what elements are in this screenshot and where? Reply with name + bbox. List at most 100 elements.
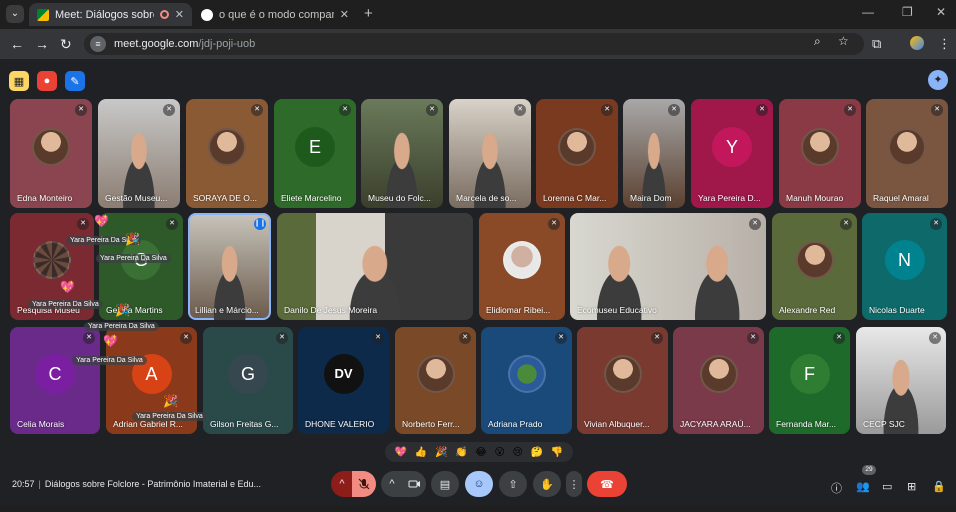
participant-tile[interactable]: ✕ Norberto Ferr...	[395, 327, 476, 434]
reaction-thinking[interactable]: 🤔	[531, 447, 543, 458]
participant-tile[interactable]: ✕ Alexandre Red	[772, 213, 857, 320]
participant-name: DHONE VALERIO	[305, 419, 375, 429]
participant-tile[interactable]: ✕ Adriana Prado	[481, 327, 572, 434]
mic-off-icon: ✕	[339, 104, 351, 116]
camera-button[interactable]	[402, 471, 426, 497]
participant-initial: N	[884, 240, 925, 281]
participant-initial: G	[228, 354, 268, 395]
participant-avatar	[32, 127, 70, 166]
reaction-bar: 💖 👍 🎉 👏 😂 😮 😢 🤔 👎	[385, 442, 573, 462]
participant-name: Lorenna C Mar...	[543, 193, 607, 203]
participant-tile[interactable]: ✕ Maira Dom	[623, 99, 685, 208]
leave-call-button[interactable]: ☎	[587, 471, 627, 497]
participant-name: Adriana Prado	[488, 419, 543, 429]
reaction-party[interactable]: 🎉	[435, 447, 447, 458]
participant-tile[interactable]: ✕ Ecomuseu Educativo	[570, 213, 766, 320]
participant-name: Alexandre Red	[779, 305, 836, 315]
participant-name: Eliete Marcelino	[281, 193, 342, 203]
participant-name: Vivian Albuquer...	[584, 419, 650, 429]
participant-tile[interactable]: DV ✕ DHONE VALERIO	[298, 327, 389, 434]
participant-tile[interactable]: ✕ CECP SJC	[856, 327, 946, 434]
reaction-thumbs-up[interactable]: 👍	[415, 447, 427, 458]
mic-off-icon: ✕	[75, 104, 87, 116]
mic-off-button[interactable]	[352, 471, 376, 497]
meeting-time: 20:57	[12, 479, 35, 489]
participant-tile[interactable]: N ✕ Nicolas Duarte	[862, 213, 947, 320]
participant-tile[interactable]: ❙❙ Lillian e Márcio...	[188, 213, 271, 320]
reaction-sad[interactable]: 😢	[513, 447, 523, 458]
mic-off-icon: ✕	[668, 104, 680, 116]
video-options-chevron-icon[interactable]: ^	[381, 471, 403, 497]
participant-tile[interactable]: F ✕ Fernanda Mar...	[769, 327, 850, 434]
floating-reaction: 💖	[60, 280, 75, 294]
participant-name: Celia Morais	[17, 419, 65, 429]
participant-avatar	[503, 241, 541, 280]
mic-off-icon: ✕	[651, 332, 663, 344]
participant-avatar	[888, 127, 926, 166]
more-options-button[interactable]: ⋮	[566, 471, 582, 497]
participant-tile-main[interactable]: Danilo De Jesus Moreira	[277, 213, 473, 320]
participant-avatar	[33, 241, 71, 280]
activities-icon[interactable]: ⊞	[907, 480, 916, 493]
present-button[interactable]: ⇧	[499, 471, 527, 497]
mic-off-icon: ✕	[930, 218, 942, 230]
people-icon[interactable]: 👥	[856, 480, 870, 493]
participant-tile[interactable]: G ✕ Gilson Freitas G...	[203, 327, 293, 434]
participant-tile[interactable]: G ✕ Geíiica Martins	[99, 213, 183, 320]
participant-tile[interactable]: ✕ Elidiomar Ribei...	[479, 213, 565, 320]
captions-button[interactable]: ▤	[431, 471, 459, 497]
participant-tile[interactable]: ✕ Marcela de so...	[449, 99, 531, 208]
participant-tile[interactable]: Y ✕ Yara Pereira D...	[691, 99, 773, 208]
participant-name: Fernanda Mar...	[776, 419, 837, 429]
participant-tile[interactable]: E ✕ Eliete Marcelino	[274, 99, 356, 208]
participant-avatar	[699, 355, 738, 394]
participant-name: JACYARA ARAÚ...	[680, 419, 751, 429]
reaction-surprised[interactable]: 😮	[494, 447, 504, 458]
participant-avatar	[801, 127, 839, 166]
mic-off-icon: ✕	[514, 104, 526, 116]
reaction-thumbs-down[interactable]: 👎	[551, 447, 563, 458]
participant-tile[interactable]: ✕ Edna Monteiro	[10, 99, 92, 208]
host-lock-icon[interactable]: 🔒	[932, 480, 946, 493]
participant-avatar	[558, 127, 596, 166]
participant-name: Ecomuseu Educativo	[577, 305, 657, 315]
participant-tile[interactable]: ✕ Manuh Mourao	[779, 99, 861, 208]
reaction-sender-tag: Yara Pereira Da Silva	[72, 356, 147, 365]
participant-tile[interactable]: ✕ Lorenna C Mar...	[536, 99, 618, 208]
audio-options-chevron-icon[interactable]: ^	[331, 471, 353, 497]
mic-off-icon: ✕	[555, 332, 567, 344]
participant-avatar	[603, 355, 642, 394]
participant-tile[interactable]: ✕ JACYARA ARAÚ...	[673, 327, 764, 434]
reaction-clap[interactable]: 👏	[455, 447, 467, 458]
chat-icon[interactable]: ▭	[882, 480, 892, 493]
participant-avatar	[208, 127, 246, 166]
meeting-info: 20:57 | Diálogos sobre Folclore - Patrimôn…	[12, 479, 261, 489]
participant-tile[interactable]: ✕ Vivian Albuquer...	[577, 327, 668, 434]
participant-initial: F	[789, 354, 830, 395]
emoji-button[interactable]: ☺	[465, 471, 493, 497]
participant-name: Nicolas Duarte	[869, 305, 925, 315]
floating-reaction: 💖	[94, 214, 109, 228]
participant-tile[interactable]: ✕ Raquel Amaral	[866, 99, 948, 208]
raise-hand-button[interactable]: ✋	[533, 471, 561, 497]
mic-off-icon: ✕	[840, 218, 852, 230]
mic-off-icon: ✕	[756, 104, 768, 116]
mic-off-icon: ✕	[180, 332, 192, 344]
meeting-title: Diálogos sobre Folclore - Patrimônio Ima…	[44, 479, 261, 489]
participant-tile[interactable]: ✕ Gestão Museu...	[98, 99, 180, 208]
participant-initial: C	[35, 354, 75, 395]
participant-tile[interactable]: ✕ Museu do Folc...	[361, 99, 443, 208]
participant-tile[interactable]: ✕ SORAYA DE O...	[186, 99, 268, 208]
mic-off-icon	[358, 478, 370, 490]
participant-initial: E	[295, 126, 335, 167]
participant-tile[interactable]: C ✕ Celia Morais	[10, 327, 100, 434]
mic-off-icon: ✕	[251, 104, 263, 116]
meeting-details-icon[interactable]: ⓘ	[831, 480, 842, 496]
reaction-laugh[interactable]: 😂	[475, 447, 487, 458]
present-screen-icon: ⇧	[508, 478, 518, 491]
mic-off-icon: ✕	[929, 332, 941, 344]
mic-off-icon: ✕	[601, 104, 613, 116]
reaction-heart[interactable]: 💖	[395, 447, 407, 458]
reaction-sender-tag: Yara Pereira Da Silva	[132, 412, 207, 421]
mic-off-icon: ✕	[548, 218, 560, 230]
